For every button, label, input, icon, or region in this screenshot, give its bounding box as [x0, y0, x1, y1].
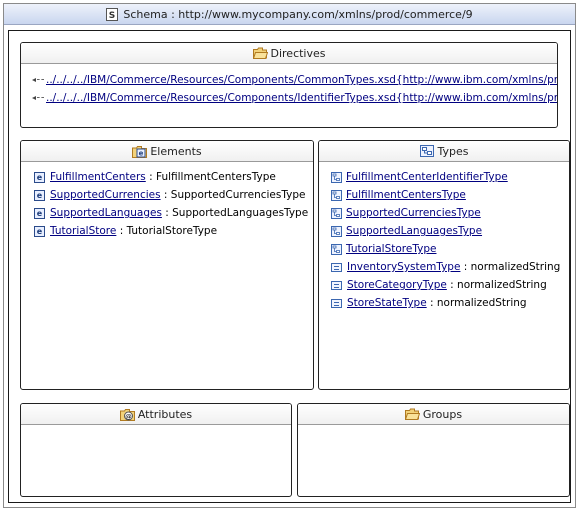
schema-editor: S Schema : http://www.mycompany.com/xmln… — [3, 3, 576, 508]
groups-title: Groups — [422, 407, 463, 421]
type-row[interactable]: SupportedLanguagesType — [331, 222, 569, 240]
complex-type-icon — [331, 243, 342, 255]
complex-type-icon — [331, 207, 342, 219]
type-row[interactable]: StoreStateType : normalizedString — [331, 294, 569, 312]
type-row[interactable]: FulfillmentCentersType — [331, 186, 569, 204]
type-name[interactable]: InventorySystemType — [347, 261, 460, 273]
svg-text:S: S — [109, 11, 115, 21]
schema-title-bar: S Schema : http://www.mycompany.com/xmln… — [4, 4, 575, 25]
type-row[interactable]: StoreCategoryType : normalizedString — [331, 276, 569, 294]
schema-target-namespace: http://www.mycompany.com/xmlns/prod/comm… — [178, 7, 473, 21]
directives-panel: Directives ../../../../IBM/Commerce/Reso… — [20, 42, 558, 128]
type-row[interactable]: SupportedCurrenciesType — [331, 204, 569, 222]
type-name[interactable]: FulfillmentCentersType — [346, 189, 466, 201]
elements-panel: e Elements e FulfillmentCenters : Fulfil… — [20, 140, 314, 390]
element-row[interactable]: e SupportedLanguages : SupportedLanguage… — [34, 204, 313, 222]
complex-type-icon — [331, 189, 342, 201]
directives-header: Directives — [21, 43, 557, 64]
type-base: : normalizedString — [460, 261, 561, 273]
simple-type-icon — [331, 262, 342, 272]
element-row[interactable]: e SupportedCurrencies : SupportedCurrenc… — [34, 186, 313, 204]
type-name[interactable]: SupportedLanguagesType — [346, 225, 482, 237]
type-row[interactable]: TutorialStoreType — [331, 240, 569, 258]
element-icon: e — [34, 189, 45, 201]
folder-open-icon — [404, 408, 420, 420]
type-row[interactable]: FulfillmentCenterIdentifierType — [331, 168, 569, 186]
element-type: : TutorialStoreType — [116, 225, 218, 237]
schema-icon: S — [106, 7, 119, 21]
complex-type-icon — [331, 171, 342, 183]
schema-title-prefix: Schema : — [123, 7, 179, 21]
svg-text:e: e — [139, 149, 144, 157]
type-base: : normalizedString — [426, 297, 527, 309]
include-arrow-icon — [30, 75, 44, 85]
directive-namespace[interactable]: {http://www.ibm.com/xmlns/prod/con — [396, 92, 557, 104]
type-name[interactable]: TutorialStoreType — [346, 243, 436, 255]
element-name[interactable]: SupportedLanguages — [50, 207, 162, 219]
element-name[interactable]: TutorialStore — [50, 225, 116, 237]
types-panel: Types FulfillmentCenterIdentifierType Fu… — [318, 140, 570, 390]
element-row[interactable]: e FulfillmentCenters : FulfillmentCenter… — [34, 168, 313, 186]
type-name[interactable]: FulfillmentCenterIdentifierType — [346, 171, 508, 183]
type-section-icon — [419, 144, 435, 158]
attributes-title: Attributes — [137, 407, 193, 421]
elements-title: Elements — [150, 144, 202, 158]
type-row[interactable]: InventorySystemType : normalizedString — [331, 258, 569, 276]
element-name[interactable]: FulfillmentCenters — [50, 171, 146, 183]
directives-title: Directives — [270, 46, 326, 60]
element-icon: e — [34, 207, 45, 219]
element-row[interactable]: e TutorialStore : TutorialStoreType — [34, 222, 313, 240]
directive-path[interactable]: ../../../../IBM/Commerce/Resources/Compo… — [46, 92, 396, 104]
attribute-section-icon: @ — [119, 408, 135, 421]
type-name[interactable]: StoreStateType — [347, 297, 427, 309]
element-type: : SupportedCurrenciesType — [160, 189, 306, 201]
element-section-icon: e — [132, 145, 148, 158]
element-icon: e — [34, 225, 45, 237]
directive-path[interactable]: ../../../../IBM/Commerce/Resources/Compo… — [46, 74, 396, 86]
simple-type-icon — [331, 298, 342, 308]
directive-row[interactable]: ../../../../IBM/Commerce/Resources/Compo… — [30, 71, 557, 89]
types-header: Types — [319, 141, 569, 162]
type-name[interactable]: SupportedCurrenciesType — [346, 207, 481, 219]
schema-canvas: Directives ../../../../IBM/Commerce/Reso… — [8, 30, 571, 503]
element-icon: e — [34, 171, 45, 183]
simple-type-icon — [331, 280, 342, 290]
element-type: : SupportedLanguagesType — [161, 207, 309, 219]
attributes-header: @ Attributes — [21, 404, 291, 425]
element-name[interactable]: SupportedCurrencies — [50, 189, 161, 201]
svg-text:@: @ — [125, 412, 132, 420]
directive-row[interactable]: ../../../../IBM/Commerce/Resources/Compo… — [30, 89, 557, 107]
attributes-panel: @ Attributes — [20, 403, 292, 497]
elements-header: e Elements — [21, 141, 313, 162]
include-arrow-icon — [30, 93, 44, 103]
type-base: : normalizedString — [446, 279, 547, 291]
folder-open-icon — [252, 47, 268, 59]
element-type: : FulfillmentCentersType — [145, 171, 276, 183]
groups-header: Groups — [298, 404, 569, 425]
groups-panel: Groups — [297, 403, 570, 497]
type-name[interactable]: StoreCategoryType — [347, 279, 447, 291]
directive-namespace[interactable]: {http://www.ibm.com/xmlns/prod/com — [396, 74, 557, 86]
types-title: Types — [437, 144, 469, 158]
complex-type-icon — [331, 225, 342, 237]
